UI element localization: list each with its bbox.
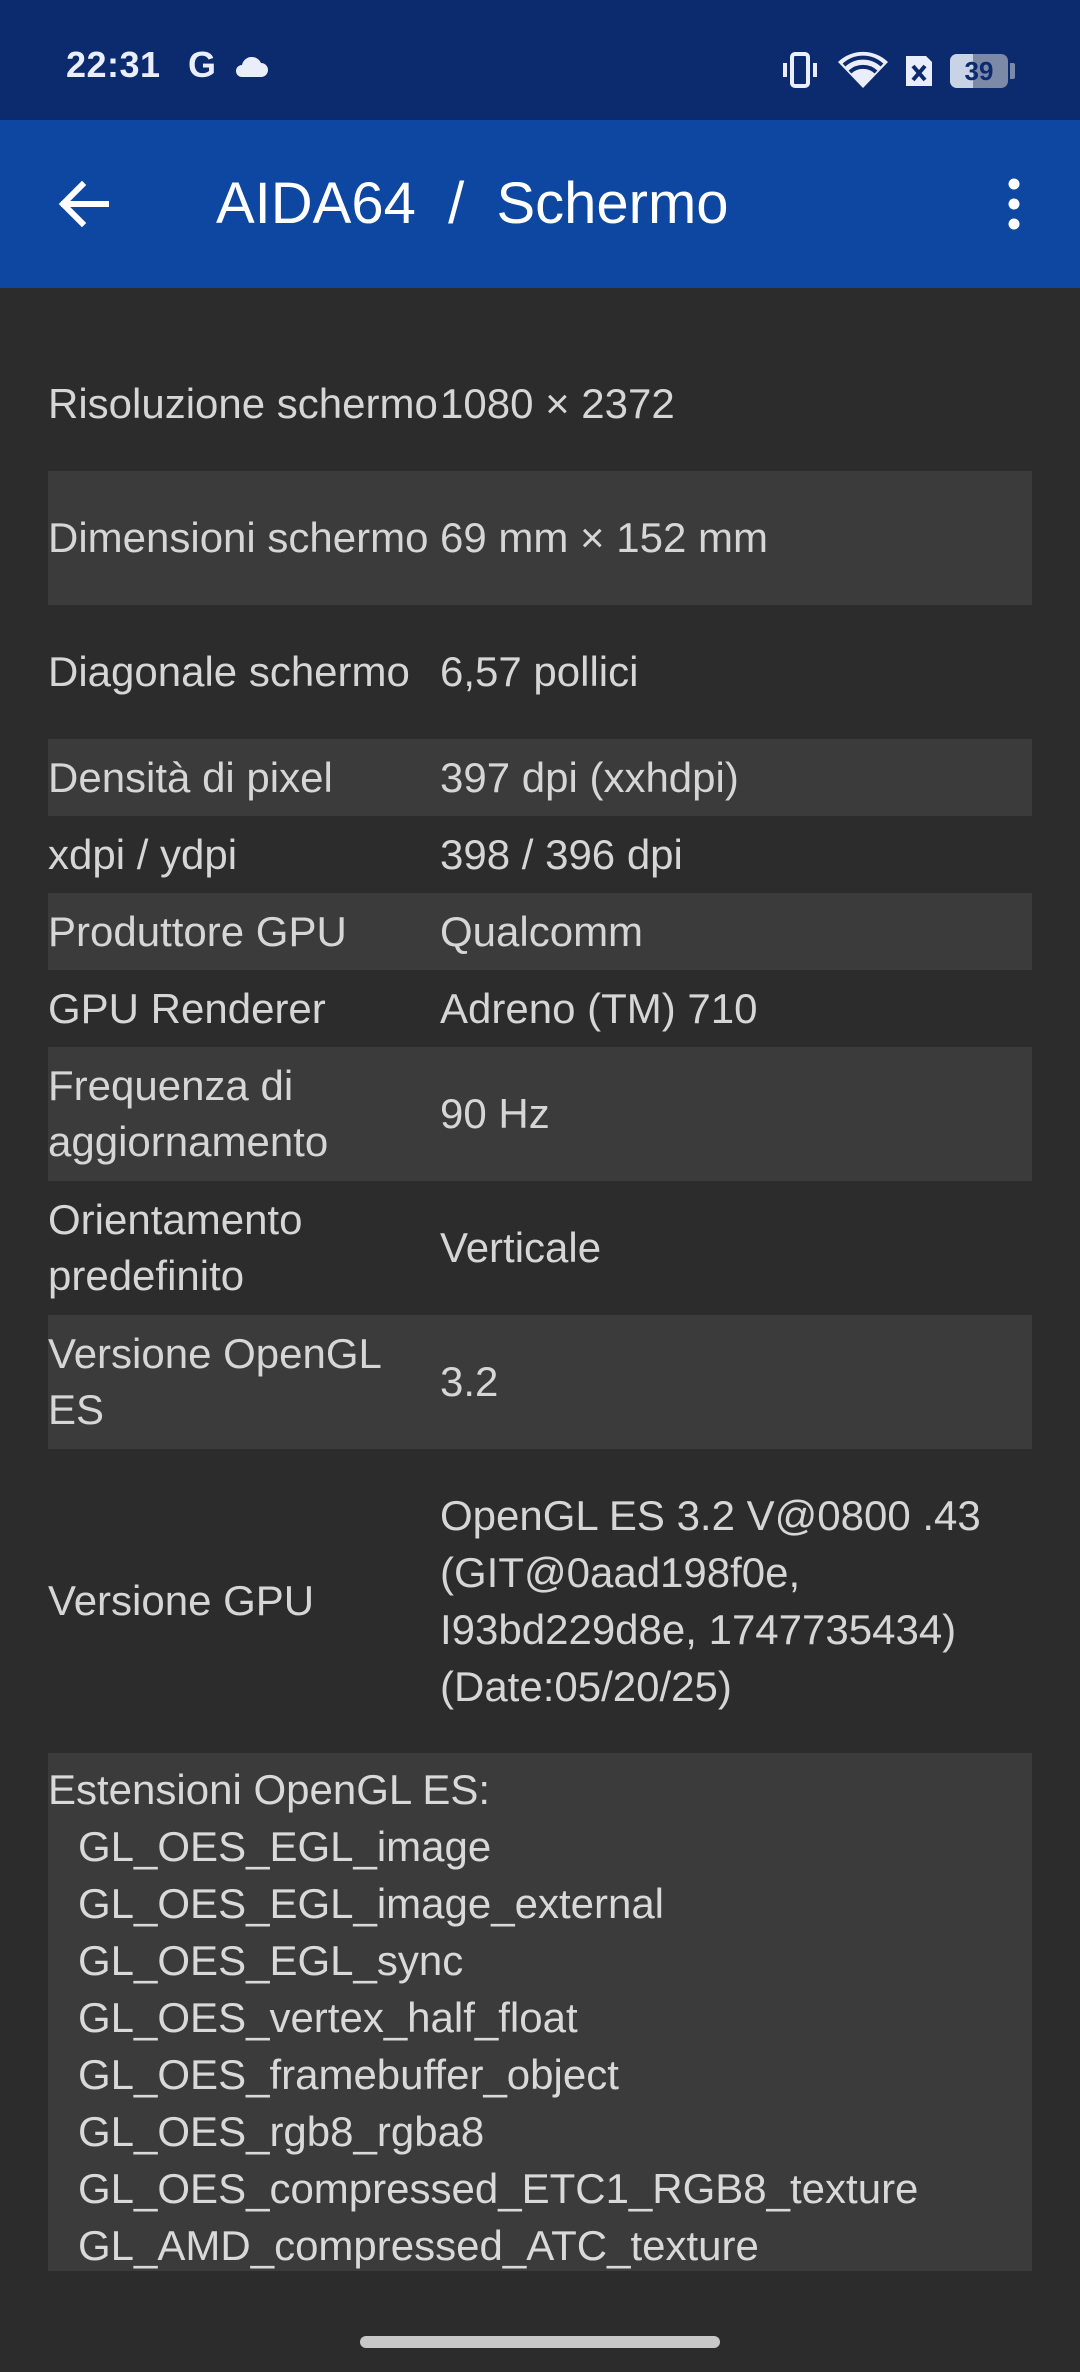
info-label: Produttore GPU — [48, 907, 347, 955]
list-item: GL_OES_rgb8_rgba8 — [78, 2108, 485, 2155]
list-item: GL_OES_EGL_image — [78, 1823, 492, 1870]
vibrate-icon — [780, 50, 820, 95]
status-bar: 22:31 G 39 — [0, 0, 1080, 120]
cloud-icon — [234, 56, 268, 83]
info-row: Frequenza di aggiornamento 90 Hz — [48, 1047, 1032, 1181]
info-label: xdpi / ydpi — [48, 830, 238, 878]
battery-level: 39 — [964, 56, 994, 86]
info-row: xdpi / ydpi 398 / 396 dpi — [48, 816, 1032, 893]
list-item: GL_OES_vertex_half_float — [78, 1994, 578, 2041]
info-value: Adreno (TM) 710 — [440, 984, 758, 1032]
info-value: 397 dpi (xxhdpi) — [440, 753, 739, 801]
info-label: GPU Renderer — [48, 984, 326, 1032]
list-item: GL_OES_EGL_image_external — [78, 1880, 665, 1927]
info-value: 3.2 — [440, 1358, 499, 1405]
gesture-nav-handle[interactable] — [360, 2336, 720, 2348]
list-item: GL_OES_framebuffer_object — [78, 2051, 619, 2098]
back-arrow-icon[interactable] — [50, 170, 118, 238]
list-item: GL_OES_compressed_ETC1_RGB8_texture — [78, 2165, 919, 2212]
info-row: Versione OpenGL ES 3.2 — [48, 1315, 1032, 1449]
info-value: Verticale — [440, 1224, 602, 1271]
info-row: Risoluzione schermo 1080 × 2372 — [48, 337, 1032, 471]
list-item: GL_AMD_compressed_ATC_texture — [78, 2222, 759, 2269]
sim-icon — [902, 52, 936, 95]
battery-tip — [1010, 63, 1015, 79]
list-item: GL_OES_EGL_sync — [78, 1937, 464, 1984]
wifi-icon — [836, 50, 890, 95]
battery-icon: 39 — [950, 54, 1008, 88]
info-row: Dimensioni schermo 69 mm × 152 mm — [48, 471, 1032, 605]
info-row: Densità di pixel 397 dpi (xxhdpi) — [48, 739, 1032, 816]
info-label: Frequenza di aggiornamento — [48, 1062, 329, 1165]
info-value: 69 mm × 152 mm — [440, 514, 768, 561]
extensions-list: GL_OES_EGL_image GL_OES_EGL_image_extern… — [48, 1818, 1032, 2271]
info-value: 6,57 pollici — [440, 648, 639, 695]
opengl-extensions-block: Estensioni OpenGL ES: GL_OES_EGL_image G… — [48, 1753, 1032, 2271]
info-list: Risoluzione schermo 1080 × 2372 Dimensio… — [48, 337, 1032, 2271]
extensions-title: Estensioni OpenGL ES: — [48, 1766, 491, 1813]
info-label: Dimensioni schermo — [48, 514, 429, 561]
info-label: Diagonale schermo — [48, 648, 410, 695]
info-label: Risoluzione schermo — [48, 380, 438, 427]
info-row: Diagonale schermo 6,57 pollici — [48, 605, 1032, 739]
info-value: 1080 × 2372 — [440, 380, 675, 427]
info-row: Produttore GPU Qualcomm — [48, 893, 1032, 970]
info-label: Versione OpenGL ES — [48, 1330, 381, 1433]
info-row: Orientamento predefinito Verticale — [48, 1181, 1032, 1315]
info-value: Qualcomm — [440, 907, 644, 955]
info-value: 398 / 396 dpi — [440, 830, 683, 878]
info-value: 90 Hz — [440, 1090, 550, 1137]
info-row: Versione GPU OpenGL ES 3.2 V@0800 .43 (G… — [48, 1449, 1032, 1753]
more-vert-icon[interactable] — [990, 170, 1038, 238]
google-g-icon: G — [188, 44, 217, 85]
info-value: OpenGL ES 3.2 V@0800 .43 (GIT@0aad198f0e… — [440, 1492, 981, 1710]
info-row: GPU Renderer Adreno (TM) 710 — [48, 970, 1032, 1047]
status-time: 22:31 — [66, 44, 161, 85]
info-label: Versione GPU — [48, 1577, 315, 1624]
page-title: AIDA64 / Schermo — [216, 171, 729, 236]
app-bar: AIDA64 / Schermo — [0, 120, 1080, 288]
info-label: Densità di pixel — [48, 753, 333, 801]
info-label: Orientamento predefinito — [48, 1196, 303, 1299]
